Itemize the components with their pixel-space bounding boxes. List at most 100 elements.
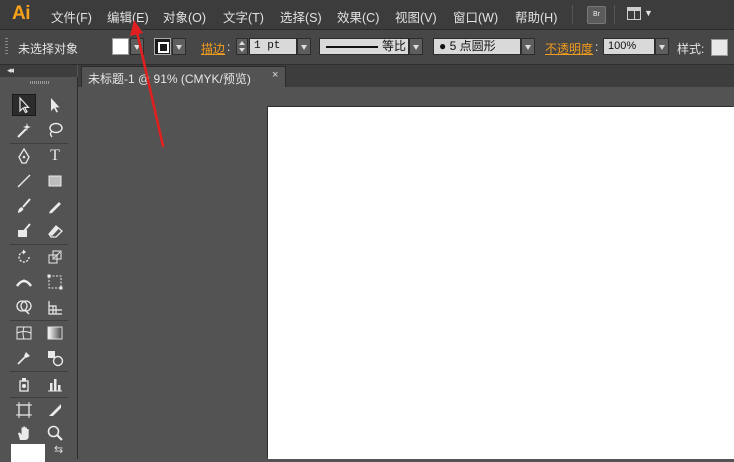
tool-divider — [10, 143, 68, 144]
tool-divider — [10, 244, 68, 245]
tools-panel: T ⇆ — [0, 77, 78, 462]
bridge-button[interactable]: Br — [587, 6, 606, 24]
line-segment-icon — [17, 174, 31, 188]
arrange-documents-icon — [627, 7, 641, 20]
opacity-field[interactable]: 100% — [603, 38, 655, 55]
opacity-dropdown[interactable] — [655, 38, 669, 55]
paintbrush-icon — [18, 198, 31, 213]
profile-label: 等比 — [382, 39, 407, 53]
hand-tool[interactable] — [12, 422, 36, 444]
close-icon[interactable]: × — [272, 69, 278, 81]
colon: : — [227, 40, 231, 54]
collapse-panel-icon[interactable]: ◂◂ — [7, 65, 14, 76]
mesh-tool[interactable] — [12, 322, 36, 344]
menu-divider — [614, 5, 615, 24]
document-tab-title: 未标题-1 @ 91% (CMYK/预览) — [88, 72, 251, 86]
stroke-weight-stepper[interactable] — [236, 38, 248, 55]
menu-effect[interactable]: 效果(C) — [337, 7, 379, 26]
pen-tool[interactable] — [12, 145, 36, 167]
menu-window[interactable]: 窗口(W) — [453, 7, 498, 26]
magnifier-icon — [47, 425, 63, 441]
tool-divider — [10, 397, 68, 398]
stroke-weight-field[interactable]: 1 pt — [249, 38, 297, 55]
symbol-sprayer-tool[interactable] — [12, 373, 36, 395]
gradient-icon — [47, 326, 63, 340]
menu-object[interactable]: 对象(O) — [163, 7, 206, 26]
width-tool[interactable] — [12, 271, 36, 293]
artboard-tool[interactable] — [12, 399, 36, 421]
zoom-tool[interactable] — [43, 422, 67, 444]
rectangle-icon — [48, 175, 62, 187]
blend-icon — [48, 351, 64, 367]
free-transform-icon — [47, 274, 63, 290]
fill-color-swatch[interactable] — [112, 38, 129, 55]
symbol-sprayer-icon — [19, 378, 29, 392]
app-logo: Ai — [12, 3, 31, 24]
arrange-documents-button[interactable]: ▼ — [625, 6, 653, 23]
pencil-icon — [49, 202, 61, 214]
rotate-tool[interactable] — [12, 246, 36, 268]
perspective-grid-tool[interactable] — [43, 296, 67, 318]
menu-help[interactable]: 帮助(H) — [515, 7, 557, 26]
column-graph-icon — [48, 379, 62, 392]
tool-divider — [10, 320, 68, 321]
panel-grip[interactable] — [5, 38, 8, 56]
panel-grip[interactable] — [30, 81, 50, 84]
stroke-dropdown-button[interactable] — [172, 38, 186, 55]
chevron-down-icon: ▼ — [644, 8, 653, 18]
eyedropper-tool[interactable] — [12, 347, 36, 369]
slice-tool[interactable] — [43, 399, 67, 421]
tool-divider — [10, 371, 68, 372]
column-graph-tool[interactable] — [43, 373, 67, 395]
slice-knife-icon — [49, 404, 61, 416]
stroke-weight-dropdown[interactable] — [297, 38, 311, 55]
eyedropper-icon — [17, 352, 30, 365]
document-tab[interactable]: 未标题-1 @ 91% (CMYK/预览) × — [81, 66, 286, 87]
scale-tool[interactable] — [43, 246, 67, 268]
gradient-tool[interactable] — [43, 322, 67, 344]
stroke-color-swatch[interactable] — [154, 38, 171, 55]
scale-icon — [48, 250, 62, 264]
profile-dropdown[interactable] — [409, 38, 423, 55]
brush-definition-field[interactable]: ● 5 点圆形 — [433, 38, 521, 55]
menu-select[interactable]: 选择(S) — [280, 7, 322, 26]
graphic-style-swatch[interactable] — [711, 39, 728, 56]
fill-swatch[interactable] — [11, 444, 45, 462]
blend-tool[interactable] — [43, 347, 67, 369]
rotate-icon — [18, 249, 30, 263]
blob-brush-tool[interactable] — [12, 220, 36, 242]
stroke-label-link[interactable]: 描边 — [201, 40, 225, 57]
line-profile-sample — [326, 46, 378, 48]
opacity-label-link[interactable]: 不透明度 — [545, 40, 593, 57]
pencil-tool[interactable] — [43, 195, 67, 217]
menu-file[interactable]: 文件(F) — [51, 7, 92, 26]
type-t-icon: T — [50, 147, 60, 164]
variable-width-profile[interactable]: 等比 — [319, 38, 409, 55]
menu-view[interactable]: 视图(V) — [395, 7, 437, 26]
line-segment-tool[interactable] — [12, 170, 36, 192]
direct-selection-tool[interactable] — [43, 94, 67, 116]
menu-type[interactable]: 文字(T) — [223, 7, 264, 26]
perspective-grid-icon — [48, 301, 62, 315]
direct-selection-arrow-icon — [51, 98, 60, 113]
paintbrush-tool[interactable] — [12, 195, 36, 217]
menu-edit[interactable]: 编辑(E) — [107, 7, 149, 26]
shape-builder-tool[interactable] — [12, 296, 36, 318]
lasso-tool[interactable] — [43, 119, 67, 141]
rectangle-tool[interactable] — [43, 170, 67, 192]
artboard-icon — [16, 402, 32, 418]
brush-dropdown[interactable] — [521, 38, 535, 55]
eraser-tool[interactable] — [43, 220, 67, 242]
hand-icon — [18, 426, 29, 440]
selection-tool[interactable] — [12, 94, 36, 116]
width-icon — [15, 279, 33, 287]
shape-builder-icon — [16, 300, 32, 315]
fill-dropdown-button[interactable] — [130, 38, 144, 55]
free-transform-tool[interactable] — [43, 271, 67, 293]
mesh-icon — [16, 326, 32, 340]
artboard[interactable] — [268, 107, 734, 459]
blob-brush-icon — [18, 223, 31, 237]
magic-wand-tool[interactable] — [12, 119, 36, 141]
swap-fill-stroke-icon[interactable]: ⇆ — [54, 443, 63, 456]
type-tool[interactable]: T — [43, 145, 67, 167]
